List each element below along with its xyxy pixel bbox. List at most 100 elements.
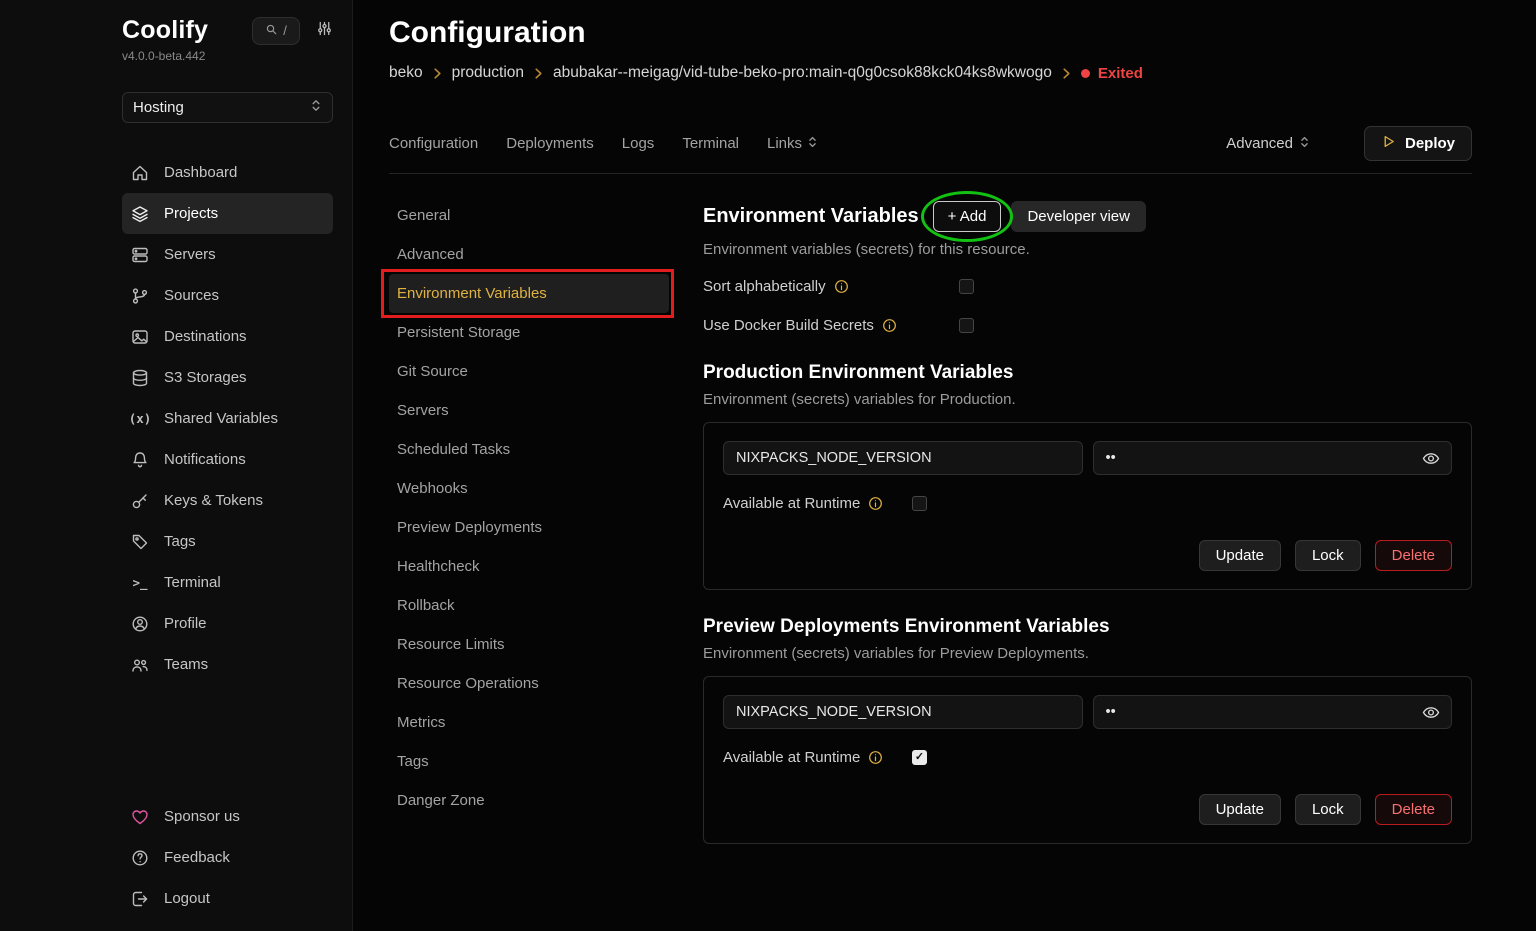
sidebar-item-label: Sponsor us [164,806,240,827]
advanced-label: Advanced [1226,135,1293,152]
sidebar-item-label: Sources [164,285,219,306]
sidebar-item-profile[interactable]: Profile [122,603,333,644]
sidebar-item-feedback[interactable]: Feedback [122,837,333,878]
chevron-right-icon [535,68,542,79]
subnav-item-advanced[interactable]: Advanced [389,235,669,274]
sidebar-item-label: Destinations [164,326,247,347]
sort-alphabetically-checkbox[interactable] [959,279,974,294]
sidebar-item-sources[interactable]: Sources [122,275,333,316]
tab-configuration[interactable]: Configuration [389,135,478,152]
chevron-right-icon [434,68,441,79]
bell-icon [130,450,150,470]
subnav-item-danger-zone[interactable]: Danger Zone [389,781,669,820]
subnav-item-healthcheck[interactable]: Healthcheck [389,547,669,586]
tab-links[interactable]: Links [767,135,818,153]
runtime-label: Available at Runtime [723,749,860,766]
sidebar-item-label: Notifications [164,449,246,470]
subnav-item-environment-variables[interactable]: Environment Variables [389,274,669,313]
logo-row: Coolify / [122,16,333,45]
breadcrumb-resource[interactable]: abubakar--meigag/vid-tube-beko-pro:main-… [553,64,1052,82]
sidebar-item-servers[interactable]: Servers [122,234,333,275]
tab-logs[interactable]: Logs [622,135,655,152]
sidebar-item-label: Logout [164,888,210,909]
tab-terminal[interactable]: Terminal [682,135,739,152]
update-button[interactable]: Update [1199,794,1281,825]
sidebar-item-label: Profile [164,613,207,634]
page-title: Configuration [389,14,1472,52]
variable-key-input[interactable] [723,695,1083,729]
subnav-item-resource-operations[interactable]: Resource Operations [389,664,669,703]
subnav-item-servers[interactable]: Servers [389,391,669,430]
runtime-row: Available at Runtime [723,492,1452,514]
sidebar-item-terminal[interactable]: >_ Terminal [122,562,333,603]
add-variable-button[interactable]: + Add [933,201,1002,232]
sidebar-item-sponsor[interactable]: Sponsor us [122,796,333,837]
variable-key-input[interactable] [723,441,1083,475]
sidebar-item-notifications[interactable]: Notifications [122,439,333,480]
eye-icon[interactable] [1421,704,1441,721]
chevron-updown-icon [1299,135,1310,153]
update-button[interactable]: Update [1199,540,1281,571]
status-dot-icon [1081,69,1090,78]
sidebar-item-label: Keys & Tokens [164,490,263,511]
developer-view-button[interactable]: Developer view [1011,201,1146,232]
team-selector[interactable]: Hosting [122,92,333,123]
status-badge: Exited [1081,65,1143,82]
play-icon [1381,134,1396,153]
advanced-dropdown[interactable]: Advanced [1226,135,1310,153]
subnav-item-scheduled-tasks[interactable]: Scheduled Tasks [389,430,669,469]
subnav-item-metrics[interactable]: Metrics [389,703,669,742]
runtime-checkbox[interactable] [912,496,927,511]
subnav-item-webhooks[interactable]: Webhooks [389,469,669,508]
key-icon [130,491,150,511]
delete-button[interactable]: Delete [1375,540,1452,571]
git-branch-icon [130,286,150,306]
sidebar-item-label: Shared Variables [164,408,278,429]
search-button[interactable]: / [252,17,300,45]
breadcrumb-environment[interactable]: production [452,64,524,82]
subnav-item-tags[interactable]: Tags [389,742,669,781]
lock-button[interactable]: Lock [1295,540,1361,571]
settings-subnav: General Advanced Environment Variables P… [389,174,669,844]
preview-section-title: Preview Deployments Environment Variable… [703,616,1472,638]
sidebar-item-shared-variables[interactable]: (x) Shared Variables [122,398,333,439]
eye-icon[interactable] [1421,450,1441,467]
sidebar-item-keys-tokens[interactable]: Keys & Tokens [122,480,333,521]
production-section-subtitle: Environment (secrets) variables for Prod… [703,391,1472,408]
runtime-label: Available at Runtime [723,495,860,512]
sidebar-item-dashboard[interactable]: Dashboard [122,152,333,193]
env-heading: Environment Variables [703,205,919,228]
subnav-item-git-source[interactable]: Git Source [389,352,669,391]
subnav-item-resource-limits[interactable]: Resource Limits [389,625,669,664]
subnav-item-persistent-storage[interactable]: Persistent Storage [389,313,669,352]
sidebar-item-teams[interactable]: Teams [122,644,333,685]
env-variables-panel: Environment Variables + Add Developer vi… [703,174,1472,844]
info-icon [868,496,883,511]
sidebar-item-projects[interactable]: Projects [122,193,333,234]
variable-value-input[interactable] [1093,441,1453,475]
subnav-item-general[interactable]: General [389,196,669,235]
sidebar-item-label: Servers [164,244,216,265]
env-variable-card: Available at Runtime Update Lock Delete [703,676,1472,844]
heart-icon [130,807,150,827]
lock-button[interactable]: Lock [1295,794,1361,825]
sidebar-item-s3-storages[interactable]: S3 Storages [122,357,333,398]
sidebar-item-destinations[interactable]: Destinations [122,316,333,357]
breadcrumb-team[interactable]: beko [389,64,423,82]
breadcrumb: beko production abubakar--meigag/vid-tub… [389,64,1472,82]
variable-value-input[interactable] [1093,695,1453,729]
subnav-item-label: Environment Variables [397,285,547,302]
sidebar-item-tags[interactable]: Tags [122,521,333,562]
main-content: Configuration beko production abubakar--… [353,0,1536,931]
sidebar-item-logout[interactable]: Logout [122,878,333,919]
docker-build-secrets-label: Use Docker Build Secrets [703,317,874,334]
delete-button[interactable]: Delete [1375,794,1452,825]
docker-build-secrets-checkbox[interactable] [959,318,974,333]
subnav-item-rollback[interactable]: Rollback [389,586,669,625]
filters-button[interactable] [316,20,333,42]
tab-deployments[interactable]: Deployments [506,135,594,152]
env-variable-card: Available at Runtime Update Lock Delete [703,422,1472,590]
runtime-checkbox[interactable] [912,750,927,765]
deploy-button[interactable]: Deploy [1364,126,1472,161]
subnav-item-preview-deployments[interactable]: Preview Deployments [389,508,669,547]
